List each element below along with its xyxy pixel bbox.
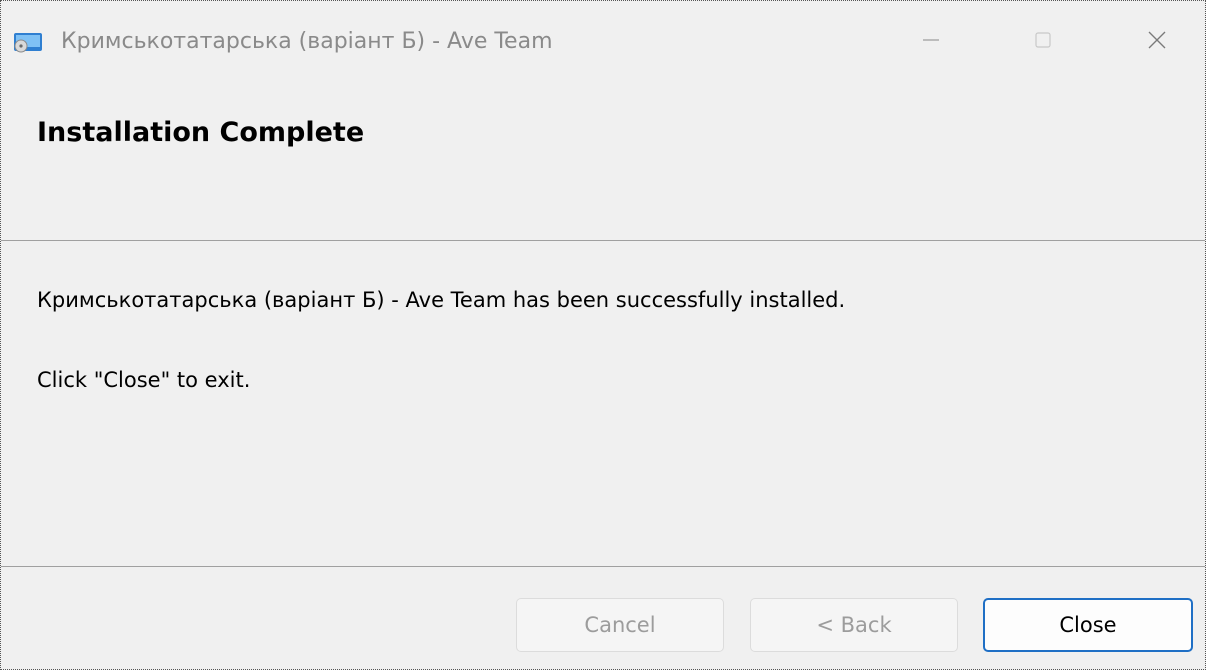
minimize-icon [921, 30, 941, 54]
header-divider [1, 240, 1205, 241]
close-button[interactable]: Close [983, 598, 1193, 652]
exit-instruction: Click "Close" to exit. [37, 368, 251, 392]
cancel-button[interactable]: Cancel [516, 598, 724, 652]
window-title: Кримськотатарська (варіант Б) - Ave Team [61, 29, 553, 54]
title-bar[interactable]: Кримськотатарська (варіант Б) - Ave Team [1, 1, 1205, 83]
footer-divider [1, 566, 1205, 567]
maximize-icon [1033, 30, 1053, 54]
close-window-button[interactable] [1127, 19, 1187, 65]
installer-window: Кримськотатарська (варіант Б) - Ave Team [0, 0, 1206, 670]
close-icon [1146, 29, 1168, 55]
maximize-button[interactable] [1013, 19, 1073, 65]
installer-disc-icon [13, 31, 43, 53]
minimize-button[interactable] [901, 19, 961, 65]
success-message: Кримськотатарська (варіант Б) - Ave Team… [37, 288, 846, 312]
back-button[interactable]: < Back [750, 598, 958, 652]
page-title: Installation Complete [37, 117, 365, 148]
